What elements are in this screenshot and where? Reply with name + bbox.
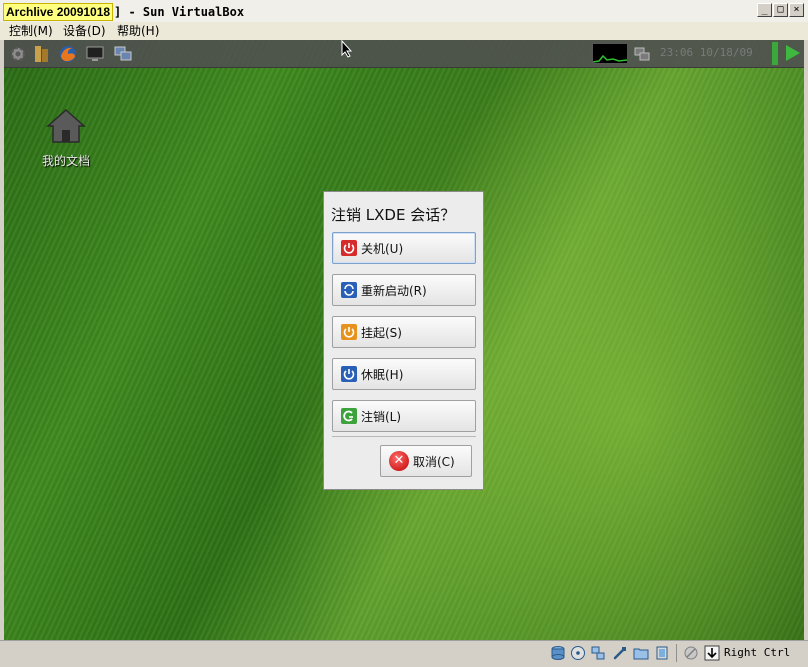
cancel-icon: ✕ — [389, 451, 409, 471]
dialog-separator — [332, 436, 476, 437]
suspend-button[interactable]: 挂起(S) — [332, 316, 476, 348]
power-icon — [341, 240, 357, 256]
window-title-tooltip: Archlive 20091018 — [3, 3, 114, 21]
title-bar[interactable]: Archlive 20091018 ] - Sun VirtualBox _ □… — [0, 0, 808, 23]
desktop-switch-icon[interactable] — [113, 44, 133, 64]
status-bar: Right Ctrl — [0, 640, 808, 667]
shared-folders-icon[interactable] — [633, 645, 649, 661]
menu-bar: 控制(M) 设备(D) 帮助(H) — [0, 22, 808, 40]
network-icon[interactable] — [632, 44, 652, 64]
cpu-graph-icon — [592, 54, 628, 63]
desktop-icon-label: 我的文档 — [41, 154, 90, 168]
menu-help[interactable]: 帮助(H) — [117, 23, 159, 39]
maximize-button[interactable]: □ — [773, 3, 788, 17]
play-arrow-icon[interactable] — [782, 43, 802, 63]
restart-button[interactable]: 重新启动(R) — [332, 274, 476, 306]
mouse-integration-icon[interactable] — [683, 645, 699, 661]
virtualization-icon[interactable] — [654, 645, 670, 661]
menu-devices[interactable]: 设备(D) — [63, 23, 106, 39]
guest-screen[interactable]: 23:06 10/18/09 我的文档 注销 LXDE 会话？ 关机(U) 重新… — [4, 40, 804, 640]
hibernate-icon — [341, 366, 357, 382]
virtualbox-window: Archlive 20091018 ] - Sun VirtualBox _ □… — [0, 0, 808, 667]
host-key-icon[interactable] — [704, 645, 720, 661]
close-button[interactable]: × — [789, 3, 804, 17]
logout-dialog: 注销 LXDE 会话？ 关机(U) 重新启动(R) 挂起(S) 休眠(H) 注销… — [323, 191, 484, 490]
cd-drive-icon[interactable] — [570, 645, 586, 661]
window-controls: _ □ × — [757, 3, 804, 17]
network-adapter-icon[interactable] — [590, 645, 606, 661]
hibernate-label: 休眠(H) — [361, 367, 404, 382]
usb-icon[interactable] — [612, 645, 628, 661]
panel-handle — [772, 42, 778, 65]
logout-icon — [341, 408, 357, 424]
menu-control[interactable]: 控制(M) — [9, 23, 53, 39]
file-manager-icon[interactable] — [32, 44, 52, 64]
minimize-button[interactable]: _ — [757, 3, 772, 17]
hard-disk-icon[interactable] — [550, 645, 566, 661]
shutdown-label: 关机(U) — [361, 241, 404, 256]
cancel-button[interactable]: ✕ 取消(C) — [380, 445, 472, 477]
shutdown-button[interactable]: 关机(U) — [332, 232, 476, 264]
panel-clock[interactable]: 23:06 10/18/09 — [660, 46, 753, 59]
logout-label: 注销(L) — [361, 409, 402, 424]
desktop-icon-my-documents[interactable]: 我的文档 — [34, 106, 98, 169]
host-key-label: Right Ctrl — [724, 646, 791, 659]
firefox-icon[interactable] — [58, 44, 78, 64]
status-separator — [676, 644, 677, 662]
lxde-panel: 23:06 10/18/09 — [4, 40, 804, 68]
dialog-title: 注销 LXDE 会话？ — [331, 206, 456, 224]
restart-label: 重新启动(R) — [361, 283, 427, 298]
restart-icon — [341, 282, 357, 298]
menu-gear-icon[interactable] — [8, 44, 28, 64]
mouse-cursor-icon — [341, 40, 353, 58]
suspend-icon — [341, 324, 357, 340]
terminal-icon[interactable] — [85, 44, 105, 64]
logout-button[interactable]: 注销(L) — [332, 400, 476, 432]
cpu-monitor — [592, 43, 628, 64]
cancel-label: 取消(C) — [413, 454, 455, 469]
suspend-label: 挂起(S) — [361, 325, 402, 340]
home-folder-icon — [46, 108, 86, 143]
window-title: ] - Sun VirtualBox — [114, 5, 245, 19]
hibernate-button[interactable]: 休眠(H) — [332, 358, 476, 390]
